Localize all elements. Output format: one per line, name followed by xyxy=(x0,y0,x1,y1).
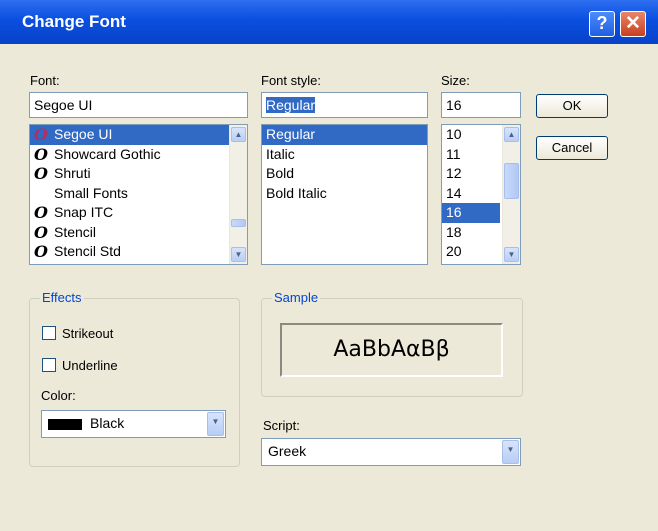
effects-group xyxy=(29,298,240,467)
scroll-thumb[interactable] xyxy=(504,163,519,199)
font-list-item[interactable]: O Stencil Std xyxy=(30,242,247,262)
font-style-item[interactable]: Bold Italic xyxy=(262,184,427,204)
scroll-thumb[interactable] xyxy=(231,219,246,227)
font-style-label: Font style: xyxy=(261,73,321,88)
window-title: Change Font xyxy=(22,12,126,31)
font-list-item[interactable]: O Shruti xyxy=(30,164,247,184)
size-item[interactable]: 18 xyxy=(442,223,500,243)
font-list-item-label: Stencil Std xyxy=(54,243,121,259)
font-list-item-label: Shruti xyxy=(54,165,91,181)
color-label: Color: xyxy=(41,388,76,403)
close-button[interactable]: ✕ xyxy=(620,11,646,37)
strikeout-label[interactable]: Strikeout xyxy=(62,326,113,341)
script-label: Script: xyxy=(263,418,300,433)
font-style-item[interactable]: Regular xyxy=(262,125,427,145)
font-style-item[interactable]: Bold xyxy=(262,164,427,184)
font-list-item[interactable]: O Stencil xyxy=(30,223,247,243)
font-list-item[interactable]: O Snap ITC xyxy=(30,203,247,223)
close-icon: ✕ xyxy=(625,13,641,34)
help-icon: ? xyxy=(596,13,608,33)
opentype-font-icon: O xyxy=(34,222,48,242)
font-list-item-label: Snap ITC xyxy=(54,204,114,220)
font-list-item[interactable]: O Showcard Gothic xyxy=(30,145,247,165)
scroll-down-icon[interactable]: ▼ xyxy=(504,247,519,262)
color-swatch xyxy=(48,419,82,430)
chevron-down-icon[interactable]: ▼ xyxy=(207,412,224,436)
title-bar: Change Font ? ✕ xyxy=(0,0,658,44)
strikeout-checkbox[interactable] xyxy=(42,326,56,340)
font-name-input[interactable]: Segoe UI xyxy=(29,92,248,118)
font-list-item[interactable]: O Segoe UI xyxy=(30,125,247,145)
opentype-font-icon: O xyxy=(34,242,48,261)
font-label: Font: xyxy=(30,73,60,88)
font-list-item-label: Showcard Gothic xyxy=(54,145,161,162)
scroll-down-icon[interactable]: ▼ xyxy=(231,247,246,262)
font-list-scrollbar[interactable]: ▲ ▼ xyxy=(229,125,247,264)
opentype-font-icon: O xyxy=(34,164,48,183)
size-item[interactable]: 10 xyxy=(442,125,500,145)
font-list-item-label: Stencil xyxy=(54,223,97,240)
font-style-item[interactable]: Italic xyxy=(262,145,427,165)
opentype-font-icon: O xyxy=(34,203,48,222)
script-select[interactable]: Greek ▼ xyxy=(261,438,521,466)
scroll-up-icon[interactable]: ▲ xyxy=(231,127,246,142)
font-list-item-label: Segoe UI xyxy=(54,126,113,142)
font-list-item-label: Small Fonts xyxy=(54,184,128,201)
script-value: Greek xyxy=(268,443,307,459)
size-list-scrollbar[interactable]: ▲ ▼ xyxy=(502,125,520,264)
color-select[interactable]: Black ▼ xyxy=(41,410,226,438)
effects-title: Effects xyxy=(40,290,84,305)
underline-label[interactable]: Underline xyxy=(62,358,118,373)
sample-title: Sample xyxy=(272,290,321,305)
color-value: Black xyxy=(90,415,125,431)
font-style-list[interactable]: Regular Italic Bold Bold Italic xyxy=(261,124,428,265)
size-input[interactable]: 16 xyxy=(441,92,521,118)
ok-button[interactable]: OK xyxy=(536,94,608,118)
font-style-value: Regular xyxy=(266,97,316,113)
size-item[interactable]: 14 xyxy=(442,184,500,204)
opentype-font-icon: O xyxy=(34,144,48,164)
size-list[interactable]: 10 11 12 14 16 18 20 ▲ ▼ xyxy=(441,124,521,265)
opentype-font-icon: O xyxy=(34,125,48,144)
chevron-down-icon[interactable]: ▼ xyxy=(502,440,519,464)
cancel-button[interactable]: Cancel xyxy=(536,136,608,160)
help-button[interactable]: ? xyxy=(589,11,615,37)
size-item[interactable]: 20 xyxy=(442,242,500,262)
sample-preview: AaBbAαBβ xyxy=(280,323,503,377)
scroll-up-icon[interactable]: ▲ xyxy=(504,127,519,142)
font-list-item[interactable]: Small Fonts xyxy=(30,184,247,204)
underline-checkbox[interactable] xyxy=(42,358,56,372)
font-style-input[interactable]: Regular xyxy=(261,92,428,118)
size-label: Size: xyxy=(441,73,470,88)
size-item[interactable]: 16 xyxy=(442,203,500,223)
size-item[interactable]: 12 xyxy=(442,164,500,184)
font-list[interactable]: O Segoe UI O Showcard Gothic O Shruti Small Fo… xyxy=(29,124,248,265)
size-item[interactable]: 11 xyxy=(442,145,500,165)
